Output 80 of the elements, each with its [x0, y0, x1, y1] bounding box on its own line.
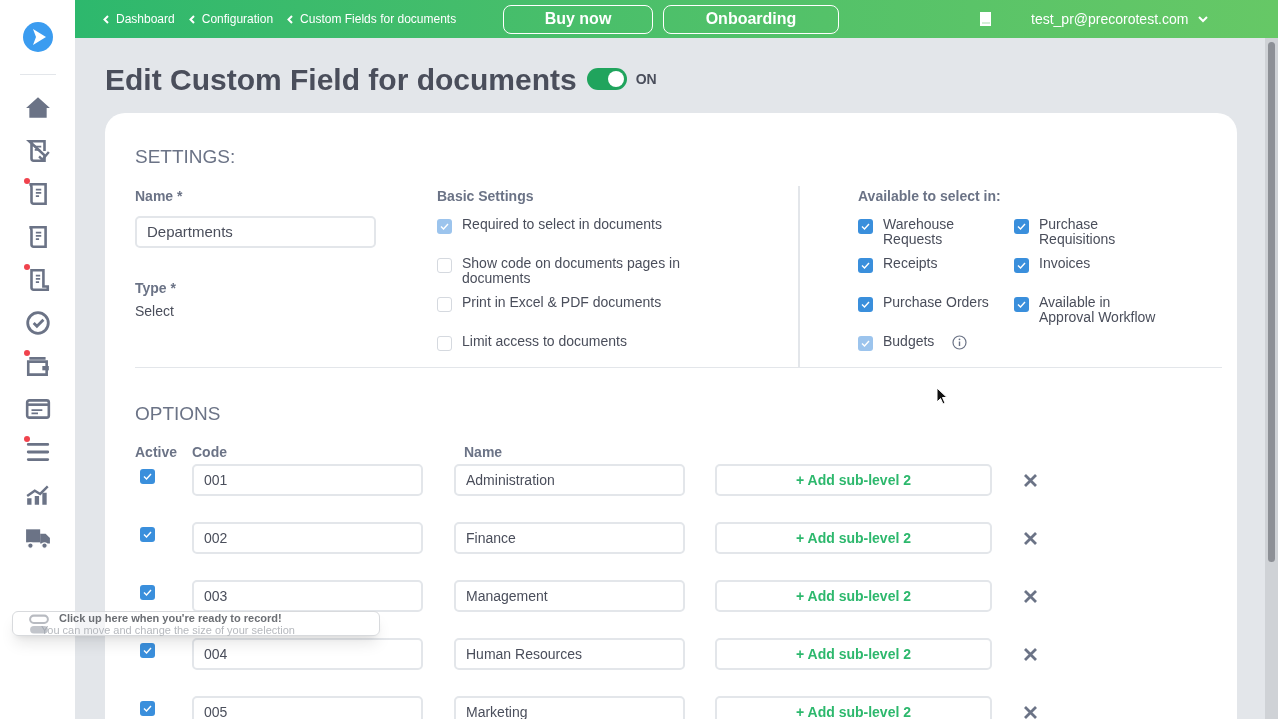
checkbox[interactable] [437, 257, 452, 273]
checkmark-icon [143, 473, 152, 480]
checkmark-icon [861, 222, 870, 230]
check-circle-icon[interactable] [24, 310, 51, 336]
checkmark-icon [143, 531, 152, 538]
name-input[interactable]: Marketing [454, 696, 685, 719]
close-icon[interactable] [1023, 589, 1038, 604]
code-input[interactable]: 001 [192, 464, 423, 496]
checkbox[interactable] [437, 335, 452, 351]
close-icon[interactable] [1023, 473, 1038, 488]
chevron-left-icon [103, 14, 109, 24]
code-input[interactable]: 002 [192, 522, 423, 554]
option-label: Warehouse Requests [883, 216, 956, 247]
checkmark-icon [143, 589, 152, 596]
option-label: Print in Excel & PDF documents [462, 294, 663, 310]
checkbox[interactable] [1014, 218, 1029, 234]
section-heading: SETTINGS: [135, 145, 237, 169]
option-label: Required to select in documents [462, 216, 663, 232]
mouse-cursor-icon [936, 387, 948, 405]
toggle-label: ON [635, 69, 657, 89]
chevron-down-icon [1198, 15, 1209, 23]
field-label: Name * [135, 186, 184, 206]
name-input[interactable]: Administration [454, 464, 685, 496]
tooltip-title: Click up here when you're ready to record! [59, 611, 283, 624]
toggle-switch[interactable] [586, 68, 627, 90]
checkbox[interactable] [858, 218, 873, 234]
checkbox[interactable] [858, 296, 873, 312]
close-icon[interactable] [1023, 705, 1038, 719]
option-label: Available in Approval Workflow [1039, 294, 1157, 325]
checkmark-icon [1017, 261, 1026, 269]
field-label: Type * [135, 278, 177, 298]
option-label: Purchase Requisitions [1039, 216, 1117, 247]
scrollbar[interactable] [1265, 38, 1278, 719]
option-label: Show code on documents pages in documents [462, 255, 681, 286]
document-check-icon[interactable] [24, 138, 51, 164]
column-header: Code [192, 443, 228, 462]
option-label: Receipts [883, 255, 939, 271]
checkmark-icon [143, 647, 152, 654]
book-icon[interactable] [979, 11, 993, 27]
checkbox[interactable] [1014, 257, 1029, 273]
name-input[interactable]: Human Resources [454, 638, 685, 670]
checkmark-icon [861, 339, 870, 347]
code-input[interactable]: 005 [192, 696, 423, 719]
checkbox[interactable] [140, 585, 155, 600]
page-title: Edit Custom Field for documents [105, 61, 577, 98]
checkbox[interactable] [140, 701, 155, 716]
section-heading: OPTIONS [135, 401, 222, 426]
option-label: Budgets [883, 333, 935, 349]
group-heading: Basic Settings [437, 186, 535, 206]
checkmark-icon [861, 261, 870, 269]
name-input[interactable]: Finance [454, 522, 685, 554]
name-input[interactable]: Departments [135, 215, 376, 248]
checkbox[interactable] [437, 296, 452, 312]
close-icon[interactable] [1023, 647, 1038, 662]
option-label: Limit access to documents [462, 333, 628, 349]
chevron-left-icon [188, 14, 195, 24]
logo-icon[interactable] [22, 22, 53, 52]
column-header: Name [464, 443, 504, 462]
card-icon[interactable] [24, 396, 51, 422]
checkmark-icon [861, 300, 870, 308]
group-heading: Available to select in: [858, 186, 1002, 206]
code-input[interactable]: 004 [192, 638, 423, 670]
checkbox[interactable] [140, 527, 155, 542]
option-label: Purchase Orders [883, 294, 990, 310]
name-input[interactable]: Management [454, 580, 685, 612]
checkmark-icon [1017, 300, 1026, 308]
code-input[interactable]: 003 [192, 580, 423, 612]
checkbox[interactable] [858, 257, 873, 273]
home-icon[interactable] [24, 95, 51, 121]
column-header: Active [135, 443, 179, 462]
checkbox[interactable] [140, 469, 155, 484]
chevron-left-icon [287, 14, 294, 24]
checkmark-icon [440, 222, 449, 230]
checkmark-icon [1017, 222, 1026, 230]
checkbox[interactable] [140, 643, 155, 658]
type-value: Select [135, 301, 175, 321]
checkmark-icon [143, 705, 152, 712]
checkbox[interactable] [1014, 296, 1029, 312]
close-icon[interactable] [1023, 531, 1038, 546]
option-label: Invoices [1039, 255, 1092, 271]
